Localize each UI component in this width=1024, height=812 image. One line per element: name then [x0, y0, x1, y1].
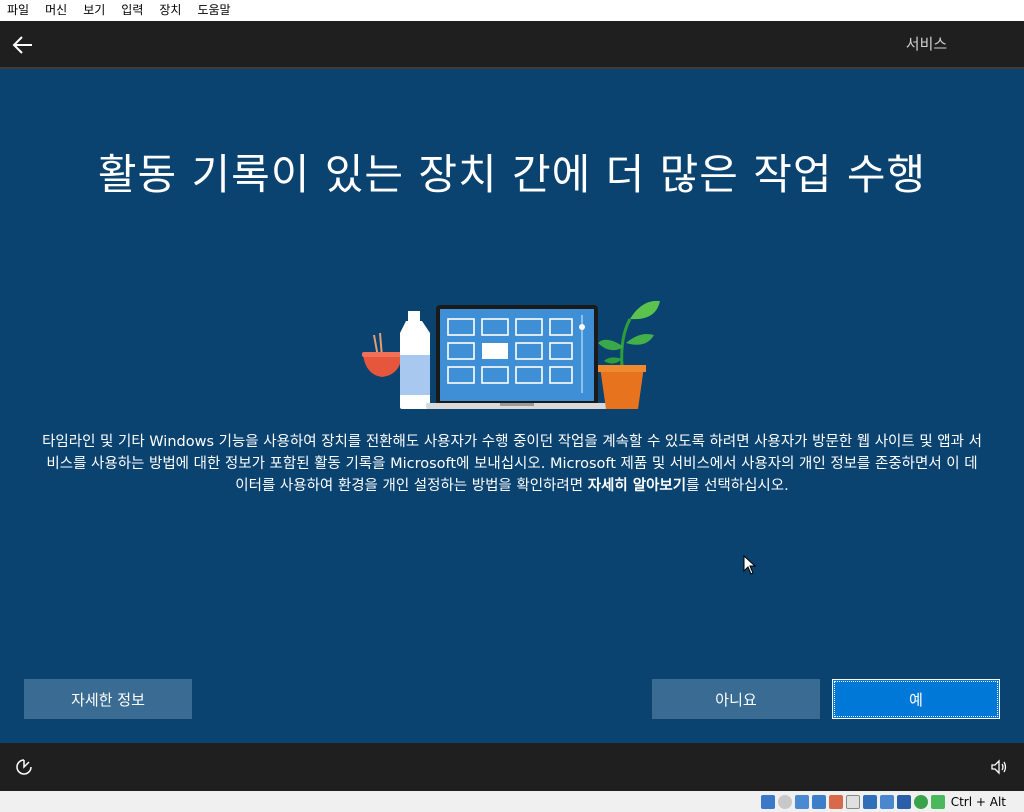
- guest-additions-icon[interactable]: [914, 794, 929, 809]
- shared-folders-icon[interactable]: [846, 794, 861, 809]
- mouse-cursor-icon: [743, 555, 757, 575]
- mouse-integration-icon[interactable]: [931, 794, 946, 809]
- laptop-icon: [426, 305, 616, 409]
- description-part2: 를 선택하십시오.: [686, 478, 789, 494]
- audio-icon[interactable]: [795, 794, 810, 809]
- menu-help[interactable]: 도움말: [189, 0, 238, 21]
- usb-icon[interactable]: [829, 794, 844, 809]
- description-text: 타임라인 및 기타 Windows 기능을 사용하여 장치를 전환해도 사용자가…: [40, 431, 984, 497]
- vm-menubar: 파일 머신 보기 입력 장치 도움말: [0, 0, 1024, 21]
- hard-disk-icon[interactable]: [761, 794, 776, 809]
- optical-drive-icon[interactable]: [778, 794, 793, 809]
- menu-input[interactable]: 입력: [113, 0, 151, 21]
- learn-more-link[interactable]: 자세히 알아보기: [588, 478, 686, 494]
- page-title: 활동 기록이 있는 장치 간에 더 많은 작업 수행: [97, 150, 927, 199]
- activity-history-illustration: [362, 300, 660, 409]
- vm-statusbar: Ctrl + Alt: [0, 791, 1024, 812]
- main-panel: 활동 기록이 있는 장치 간에 더 많은 작업 수행 타임라인 및 기타 Win…: [0, 69, 1024, 743]
- menu-file[interactable]: 파일: [0, 0, 37, 21]
- menu-view[interactable]: 보기: [75, 0, 113, 21]
- volume-icon[interactable]: [990, 758, 1008, 776]
- description-part1: 타임라인 및 기타 Windows 기능을 사용하여 장치를 전환해도 사용자가…: [42, 434, 982, 494]
- menu-machine[interactable]: 머신: [37, 0, 75, 21]
- menu-devices[interactable]: 장치: [151, 0, 189, 21]
- no-button[interactable]: 아니요: [652, 679, 820, 719]
- cpu-icon[interactable]: [897, 794, 912, 809]
- oobe-footer: [0, 743, 1024, 791]
- ease-of-access-icon[interactable]: [14, 757, 34, 777]
- arrow-left-icon: [12, 36, 32, 54]
- yes-button[interactable]: 예: [832, 679, 1000, 719]
- tab-services: 서비스: [905, 35, 948, 53]
- host-key-label: Ctrl + Alt: [950, 794, 1006, 809]
- network-icon[interactable]: [812, 794, 827, 809]
- plant-icon: [598, 300, 660, 409]
- more-info-button[interactable]: 자세한 정보: [24, 679, 192, 719]
- bottle-icon: [400, 311, 430, 409]
- oobe-header: 서비스: [0, 21, 1024, 69]
- display-icon[interactable]: [863, 794, 878, 809]
- back-button[interactable]: [10, 31, 38, 59]
- bowl-icon: [362, 332, 404, 377]
- video-capture-icon[interactable]: [880, 794, 895, 809]
